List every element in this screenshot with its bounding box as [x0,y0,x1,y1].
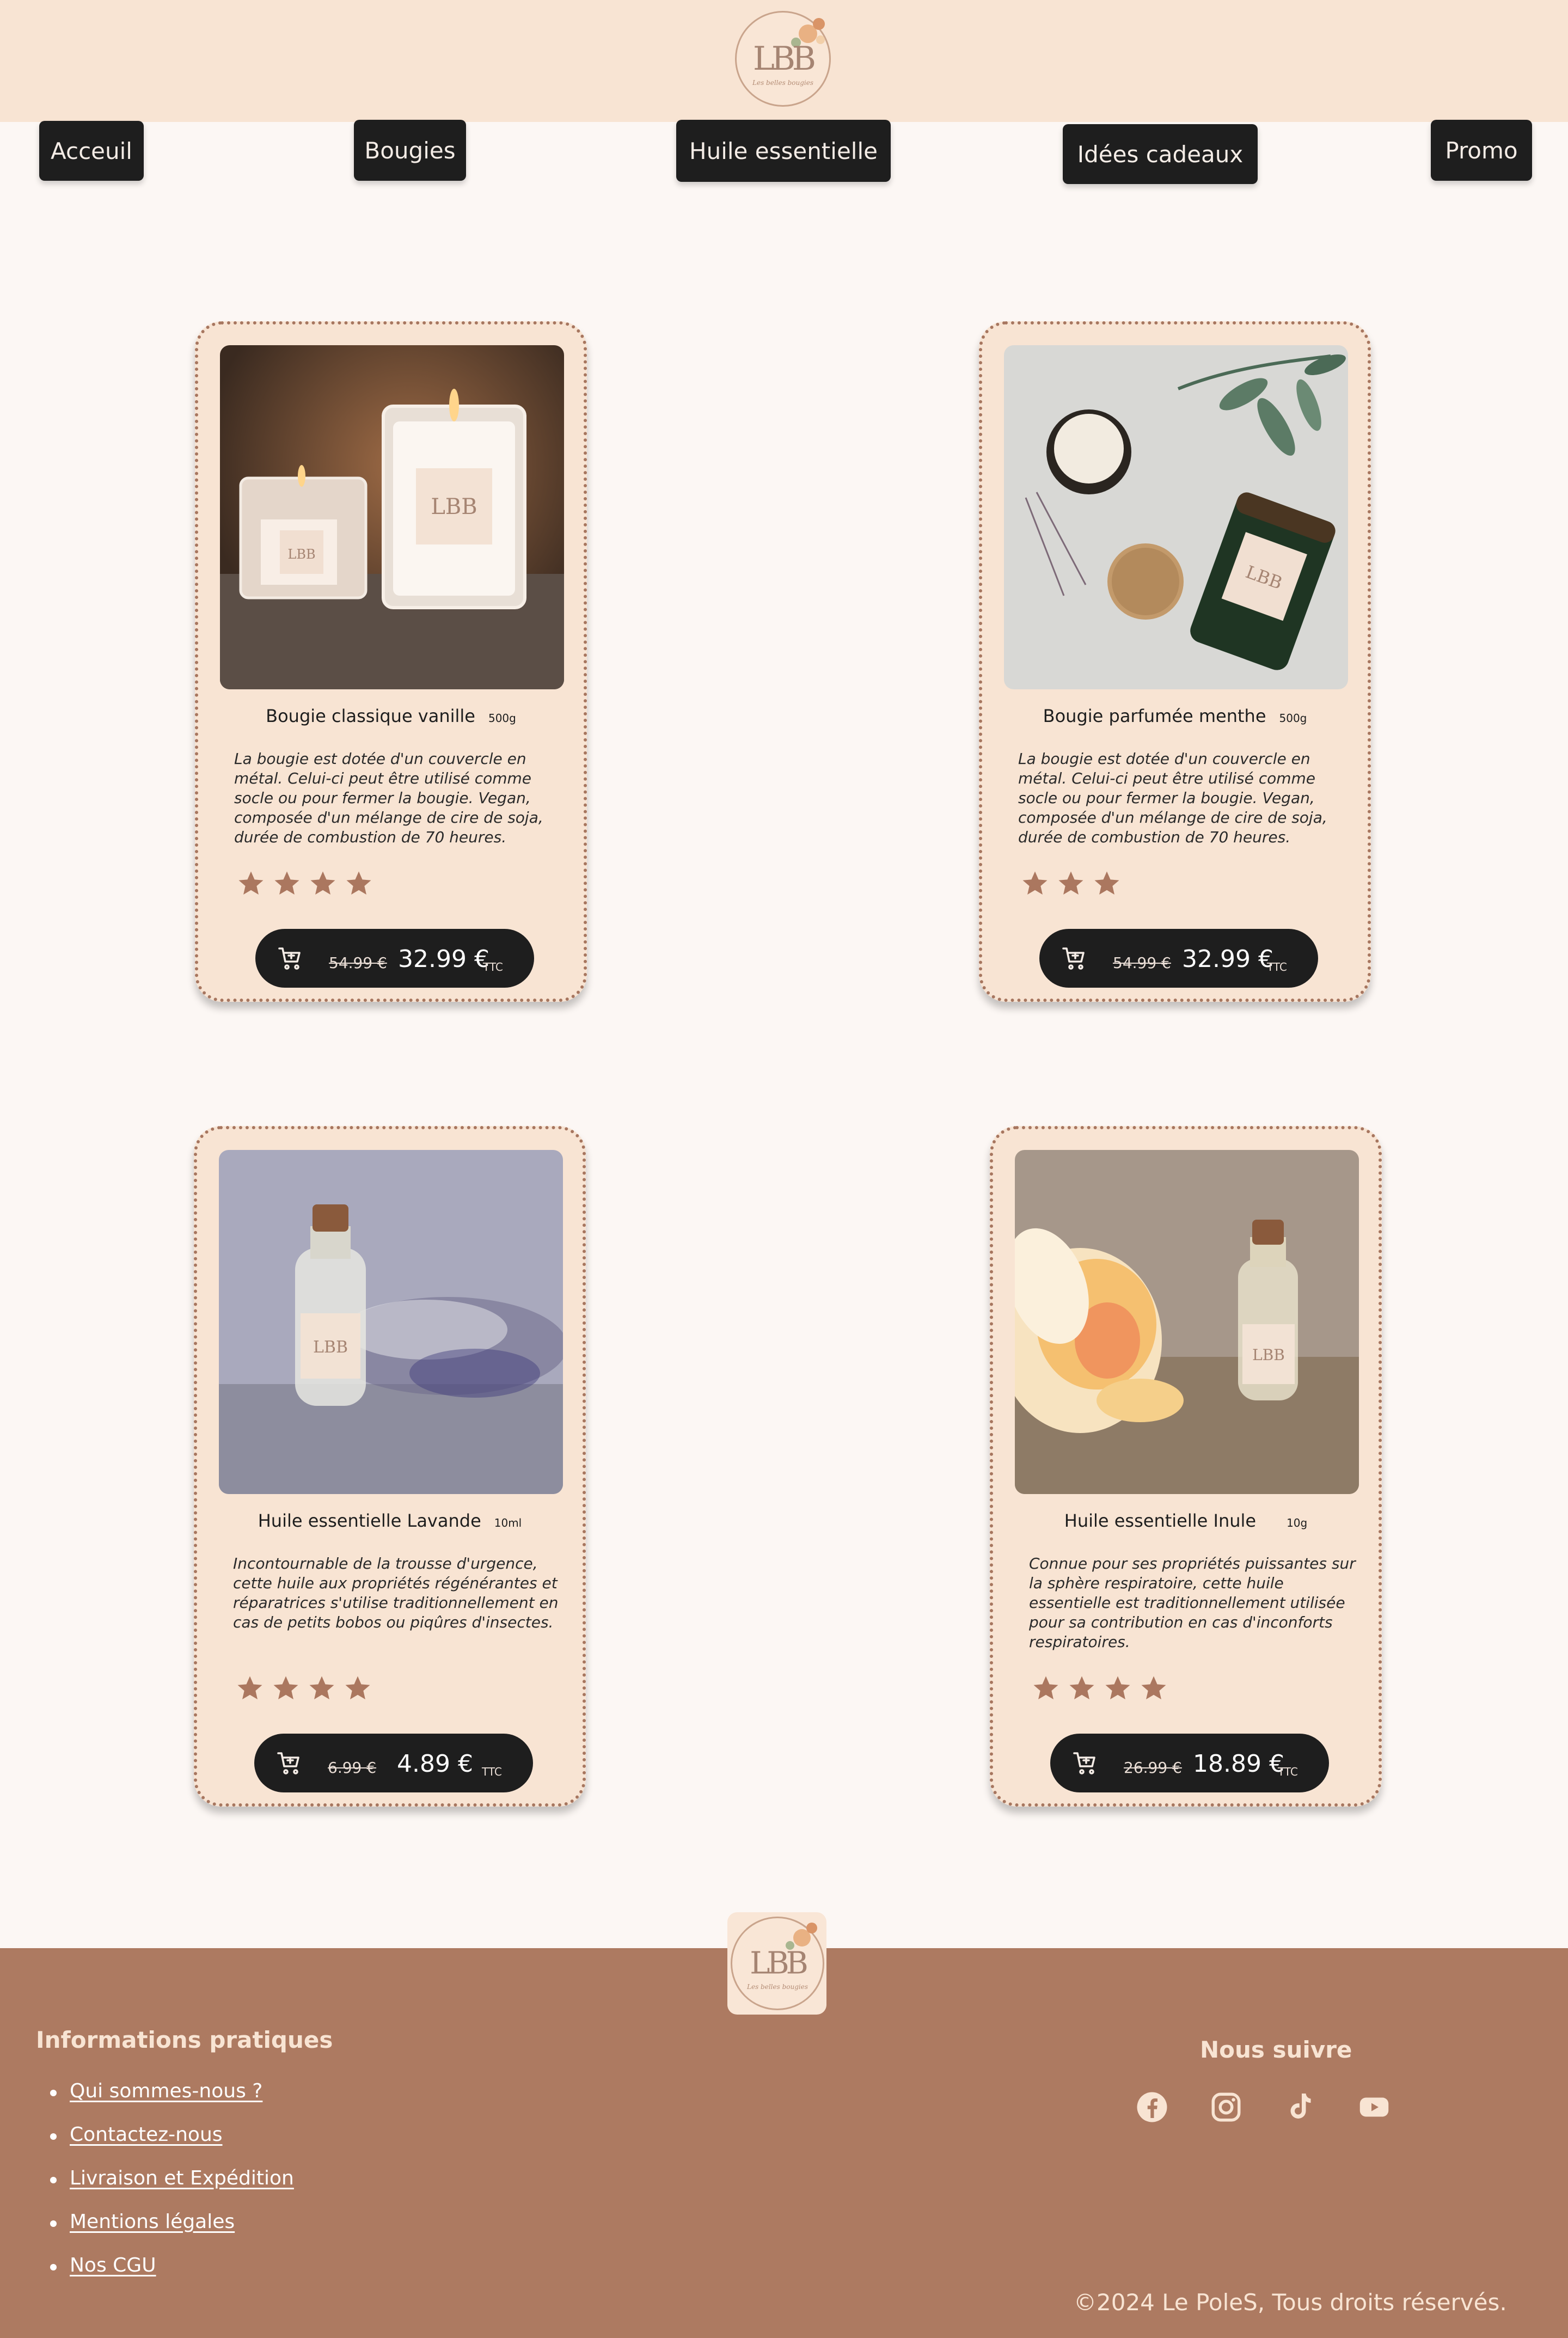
star-icon [1105,1676,1130,1700]
current-price: 32.99 € [398,945,489,973]
youtube-icon[interactable] [1358,2091,1391,2123]
brand-logo[interactable]: LBB Les belles bougies [735,11,831,107]
svg-text:LBB: LBB [431,494,477,519]
link-mentions-legales[interactable]: Mentions légales [70,2211,235,2233]
star-icon [1069,1676,1094,1700]
nav-bougies[interactable]: Bougies [354,120,466,181]
footer-logo-tagline: Les belles bougies [747,1982,808,1991]
product-unit: 10ml [494,1516,522,1529]
cart-add-icon [1062,947,1085,970]
product-card[interactable]: LBB Huile essentielle Inule 10g Connue po… [990,1126,1382,1807]
footer-links: Qui sommes-nous ? Contactez-nous Livrais… [50,2080,294,2298]
product-name: Huile essentielle Inule [1064,1510,1257,1531]
svg-text:LBB: LBB [313,1338,348,1357]
add-to-cart-button[interactable]: 54.99 € 32.99 € TTC [255,929,534,988]
product-title-row: Bougie parfumée menthe 500g [982,706,1368,726]
product-description: La bougie est dotée d'un couvercle en mé… [1018,750,1327,846]
rating-stars [1020,869,1122,902]
svg-text:LBB: LBB [1252,1346,1285,1364]
nav-huile-essentielle[interactable]: Huile essentielle [676,120,891,182]
product-description: La bougie est dotée d'un couvercle en mé… [234,750,543,846]
footer-logo-text: LBB [750,1945,808,1981]
star-icon [346,871,371,895]
old-price: 6.99 € [328,1759,377,1777]
old-price: 54.99 € [329,954,387,972]
product-card[interactable]: LBB Bougie parfumée menthe 500g La bougie… [979,321,1371,1002]
footer-link-item: Mentions légales [50,2211,294,2254]
rating-stars [235,1674,372,1706]
site-header: LBB Les belles bougies [0,0,1568,122]
star-icon [1058,871,1083,895]
instagram-icon[interactable] [1210,2091,1242,2123]
link-livraison[interactable]: Livraison et Expédition [70,2167,294,2189]
footer-logo-badge: LBB Les belles bougies [731,1917,824,2010]
product-unit: 500g [488,712,516,725]
logo-tagline: Les belles bougies [752,79,813,87]
star-icon [1094,871,1119,895]
tax-label: TTC [482,1765,502,1778]
star-icon [273,1676,298,1700]
star-icon [1033,1676,1058,1700]
tax-label: TTC [483,960,503,974]
current-price: 4.89 € [397,1750,473,1778]
product-photo-mint-candle[interactable]: LBB [1004,345,1348,689]
footer-link-item: Nos CGU [50,2254,294,2298]
link-contactez-nous[interactable]: Contactez-nous [70,2123,223,2146]
current-price: 32.99 € [1182,945,1273,973]
rating-stars [236,869,373,902]
star-icon [274,871,299,895]
product-name: Huile essentielle Lavande [258,1510,481,1531]
product-title-row: Huile essentielle Inule 10g [993,1510,1379,1531]
follow-title: Nous suivre [1200,2036,1352,2063]
add-to-cart-button[interactable]: 54.99 € 32.99 € TTC [1039,929,1318,988]
star-icon [345,1676,370,1700]
info-section-title: Informations pratiques [36,2027,333,2053]
cart-add-icon [277,1752,299,1774]
tiktok-icon[interactable] [1283,2091,1315,2123]
product-photo-inula-oil[interactable]: LBB [1015,1150,1359,1494]
star-icon [1141,1676,1166,1700]
cart-add-icon [1073,1752,1095,1774]
svg-text:LBB: LBB [287,547,315,562]
star-icon [238,871,264,895]
product-photo-vanilla-candle[interactable]: LBB LBB [220,345,564,689]
footer-logo[interactable]: LBB Les belles bougies [727,1912,826,2015]
copyright-text: ©2024 Le PoleS, Tous droits réservés. [1074,2289,1507,2316]
tax-label: TTC [1278,1765,1298,1778]
product-unit: 500g [1279,712,1307,725]
product-photo-lavender-oil[interactable]: LBB [219,1150,563,1494]
product-name: Bougie classique vanille [266,706,475,726]
product-unit: 10g [1287,1516,1308,1529]
footer-link-item: Contactez-nous [50,2123,294,2167]
star-icon [309,1676,334,1700]
old-price: 26.99 € [1124,1759,1182,1777]
footer-link-item: Qui sommes-nous ? [50,2080,294,2123]
nav-acceuil[interactable]: Acceuil [39,121,144,181]
product-description: Incontournable de la trousse d'urgence, … [233,1554,559,1631]
nav-promo[interactable]: Promo [1431,120,1532,181]
facebook-icon[interactable] [1136,2091,1168,2123]
star-icon [1022,871,1048,895]
link-cgu[interactable]: Nos CGU [70,2254,156,2276]
star-icon [237,1676,262,1700]
current-price: 18.89 € [1193,1750,1284,1778]
product-card[interactable]: LBB Huile essentielle Lavande 10ml Incont… [194,1126,586,1807]
old-price: 54.99 € [1113,954,1171,972]
product-title-row: Huile essentielle Lavande 10ml [197,1510,583,1531]
cart-add-icon [278,947,301,970]
add-to-cart-button[interactable]: 6.99 € 4.89 € TTC [254,1734,533,1792]
tax-label: TTC [1267,960,1287,974]
add-to-cart-button[interactable]: 26.99 € 18.89 € TTC [1050,1734,1329,1792]
rating-stars [1031,1674,1168,1706]
product-name: Bougie parfumée menthe [1043,706,1266,726]
link-qui-sommes-nous[interactable]: Qui sommes-nous ? [70,2080,262,2102]
footer-link-item: Livraison et Expédition [50,2167,294,2211]
star-icon [310,871,335,895]
logo-text: LBB [752,40,816,78]
nav-idees-cadeaux[interactable]: Idées cadeaux [1063,124,1258,184]
product-card[interactable]: LBB LBB Bougie classique vanille 500g La … [195,321,587,1002]
product-description: Connue pour ses propriétés puissantes su… [1029,1554,1356,1651]
product-title-row: Bougie classique vanille 500g [198,706,584,726]
